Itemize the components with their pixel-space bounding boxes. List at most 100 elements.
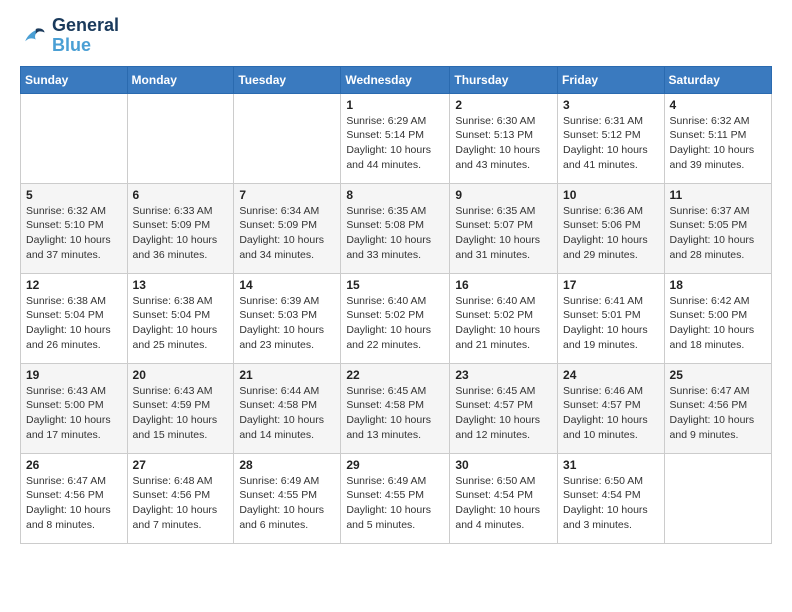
calendar-week-row: 5 Sunrise: 6:32 AM Sunset: 5:10 PM Daylig…	[21, 183, 772, 273]
calendar-cell: 26 Sunrise: 6:47 AM Sunset: 4:56 PM Dayli…	[21, 453, 128, 543]
day-number: 16	[455, 278, 552, 292]
logo-icon	[20, 22, 48, 50]
calendar-cell: 23 Sunrise: 6:45 AM Sunset: 4:57 PM Dayli…	[450, 363, 558, 453]
day-detail: Sunrise: 6:35 AM Sunset: 5:08 PM Dayligh…	[346, 204, 444, 263]
calendar-cell: 24 Sunrise: 6:46 AM Sunset: 4:57 PM Dayli…	[558, 363, 665, 453]
day-number: 7	[239, 188, 335, 202]
calendar-day-header: Saturday	[664, 66, 771, 93]
day-number: 26	[26, 458, 122, 472]
day-detail: Sunrise: 6:39 AM Sunset: 5:03 PM Dayligh…	[239, 294, 335, 353]
calendar-cell: 1 Sunrise: 6:29 AM Sunset: 5:14 PM Daylig…	[341, 93, 450, 183]
calendar-cell: 29Sunrise: 6:49 AM Sunset: 4:55 PM Dayli…	[341, 453, 450, 543]
calendar-week-row: 19 Sunrise: 6:43 AM Sunset: 5:00 PM Dayli…	[21, 363, 772, 453]
calendar-cell: 4 Sunrise: 6:32 AM Sunset: 5:11 PM Daylig…	[664, 93, 771, 183]
day-detail: Sunrise: 6:42 AM Sunset: 5:00 PM Dayligh…	[670, 294, 766, 353]
calendar-cell: 9 Sunrise: 6:35 AM Sunset: 5:07 PM Daylig…	[450, 183, 558, 273]
logo-text: General Blue	[52, 16, 119, 56]
calendar-week-row: 1 Sunrise: 6:29 AM Sunset: 5:14 PM Daylig…	[21, 93, 772, 183]
calendar-cell: 19 Sunrise: 6:43 AM Sunset: 5:00 PM Dayli…	[21, 363, 128, 453]
day-number: 10	[563, 188, 659, 202]
day-detail: Sunrise: 6:41 AM Sunset: 5:01 PM Dayligh…	[563, 294, 659, 353]
day-number: 11	[670, 188, 766, 202]
day-detail: Sunrise: 6:48 AM Sunset: 4:56 PM Dayligh…	[133, 474, 229, 533]
day-detail: Sunrise: 6:46 AM Sunset: 4:57 PM Dayligh…	[563, 384, 659, 443]
day-number: 13	[133, 278, 229, 292]
calendar-table: SundayMondayTuesdayWednesdayThursdayFrid…	[20, 66, 772, 544]
day-number: 18	[670, 278, 766, 292]
day-number: 1	[346, 98, 444, 112]
day-detail: Sunrise: 6:37 AM Sunset: 5:05 PM Dayligh…	[670, 204, 766, 263]
day-number: 30	[455, 458, 552, 472]
calendar-day-header: Sunday	[21, 66, 128, 93]
calendar-cell	[664, 453, 771, 543]
day-detail: Sunrise: 6:50 AM Sunset: 4:54 PM Dayligh…	[563, 474, 659, 533]
day-detail: Sunrise: 6:47 AM Sunset: 4:56 PM Dayligh…	[670, 384, 766, 443]
day-number: 12	[26, 278, 122, 292]
calendar-cell: 11 Sunrise: 6:37 AM Sunset: 5:05 PM Dayli…	[664, 183, 771, 273]
day-number: 6	[133, 188, 229, 202]
day-detail: Sunrise: 6:29 AM Sunset: 5:14 PM Dayligh…	[346, 114, 444, 173]
day-detail: Sunrise: 6:49 AM Sunset: 4:55 PM Dayligh…	[346, 474, 444, 533]
day-number: 28	[239, 458, 335, 472]
calendar-cell: 5 Sunrise: 6:32 AM Sunset: 5:10 PM Daylig…	[21, 183, 128, 273]
calendar-day-header: Tuesday	[234, 66, 341, 93]
day-detail: Sunrise: 6:43 AM Sunset: 4:59 PM Dayligh…	[133, 384, 229, 443]
calendar-cell: 3 Sunrise: 6:31 AM Sunset: 5:12 PM Daylig…	[558, 93, 665, 183]
day-detail: Sunrise: 6:40 AM Sunset: 5:02 PM Dayligh…	[455, 294, 552, 353]
calendar-cell: 7 Sunrise: 6:34 AM Sunset: 5:09 PM Daylig…	[234, 183, 341, 273]
calendar-cell: 20 Sunrise: 6:43 AM Sunset: 4:59 PM Dayli…	[127, 363, 234, 453]
calendar-cell: 15Sunrise: 6:40 AM Sunset: 5:02 PM Dayli…	[341, 273, 450, 363]
day-detail: Sunrise: 6:33 AM Sunset: 5:09 PM Dayligh…	[133, 204, 229, 263]
calendar-cell: 17 Sunrise: 6:41 AM Sunset: 5:01 PM Dayli…	[558, 273, 665, 363]
day-detail: Sunrise: 6:30 AM Sunset: 5:13 PM Dayligh…	[455, 114, 552, 173]
calendar-day-header: Thursday	[450, 66, 558, 93]
day-number: 27	[133, 458, 229, 472]
calendar-cell: 18 Sunrise: 6:42 AM Sunset: 5:00 PM Dayli…	[664, 273, 771, 363]
day-detail: Sunrise: 6:34 AM Sunset: 5:09 PM Dayligh…	[239, 204, 335, 263]
day-detail: Sunrise: 6:45 AM Sunset: 4:58 PM Dayligh…	[346, 384, 444, 443]
day-detail: Sunrise: 6:36 AM Sunset: 5:06 PM Dayligh…	[563, 204, 659, 263]
day-detail: Sunrise: 6:45 AM Sunset: 4:57 PM Dayligh…	[455, 384, 552, 443]
calendar-cell	[234, 93, 341, 183]
day-number: 24	[563, 368, 659, 382]
page-header: General Blue	[20, 16, 772, 56]
day-detail: Sunrise: 6:32 AM Sunset: 5:10 PM Dayligh…	[26, 204, 122, 263]
day-number: 3	[563, 98, 659, 112]
calendar-cell: 22Sunrise: 6:45 AM Sunset: 4:58 PM Dayli…	[341, 363, 450, 453]
calendar-cell: 25Sunrise: 6:47 AM Sunset: 4:56 PM Dayli…	[664, 363, 771, 453]
calendar-day-header: Friday	[558, 66, 665, 93]
calendar-cell: 14 Sunrise: 6:39 AM Sunset: 5:03 PM Dayli…	[234, 273, 341, 363]
calendar-cell: 8 Sunrise: 6:35 AM Sunset: 5:08 PM Daylig…	[341, 183, 450, 273]
day-number: 14	[239, 278, 335, 292]
day-number: 2	[455, 98, 552, 112]
day-number: 20	[133, 368, 229, 382]
day-detail: Sunrise: 6:47 AM Sunset: 4:56 PM Dayligh…	[26, 474, 122, 533]
calendar-cell: 28Sunrise: 6:49 AM Sunset: 4:55 PM Dayli…	[234, 453, 341, 543]
calendar-day-header: Monday	[127, 66, 234, 93]
day-detail: Sunrise: 6:31 AM Sunset: 5:12 PM Dayligh…	[563, 114, 659, 173]
day-detail: Sunrise: 6:44 AM Sunset: 4:58 PM Dayligh…	[239, 384, 335, 443]
day-detail: Sunrise: 6:32 AM Sunset: 5:11 PM Dayligh…	[670, 114, 766, 173]
calendar-week-row: 26 Sunrise: 6:47 AM Sunset: 4:56 PM Dayli…	[21, 453, 772, 543]
day-detail: Sunrise: 6:43 AM Sunset: 5:00 PM Dayligh…	[26, 384, 122, 443]
day-number: 9	[455, 188, 552, 202]
day-number: 4	[670, 98, 766, 112]
calendar-cell: 27 Sunrise: 6:48 AM Sunset: 4:56 PM Dayli…	[127, 453, 234, 543]
calendar-cell: 21 Sunrise: 6:44 AM Sunset: 4:58 PM Dayli…	[234, 363, 341, 453]
day-number: 31	[563, 458, 659, 472]
day-number: 23	[455, 368, 552, 382]
calendar-cell: 13Sunrise: 6:38 AM Sunset: 5:04 PM Dayli…	[127, 273, 234, 363]
day-number: 8	[346, 188, 444, 202]
calendar-cell: 6 Sunrise: 6:33 AM Sunset: 5:09 PM Daylig…	[127, 183, 234, 273]
calendar-cell: 30Sunrise: 6:50 AM Sunset: 4:54 PM Dayli…	[450, 453, 558, 543]
calendar-cell: 10 Sunrise: 6:36 AM Sunset: 5:06 PM Dayli…	[558, 183, 665, 273]
day-number: 21	[239, 368, 335, 382]
day-detail: Sunrise: 6:35 AM Sunset: 5:07 PM Dayligh…	[455, 204, 552, 263]
day-number: 17	[563, 278, 659, 292]
day-detail: Sunrise: 6:40 AM Sunset: 5:02 PM Dayligh…	[346, 294, 444, 353]
calendar-cell: 12Sunrise: 6:38 AM Sunset: 5:04 PM Dayli…	[21, 273, 128, 363]
day-number: 5	[26, 188, 122, 202]
calendar-week-row: 12Sunrise: 6:38 AM Sunset: 5:04 PM Dayli…	[21, 273, 772, 363]
day-number: 19	[26, 368, 122, 382]
calendar-body: 1 Sunrise: 6:29 AM Sunset: 5:14 PM Daylig…	[21, 93, 772, 543]
